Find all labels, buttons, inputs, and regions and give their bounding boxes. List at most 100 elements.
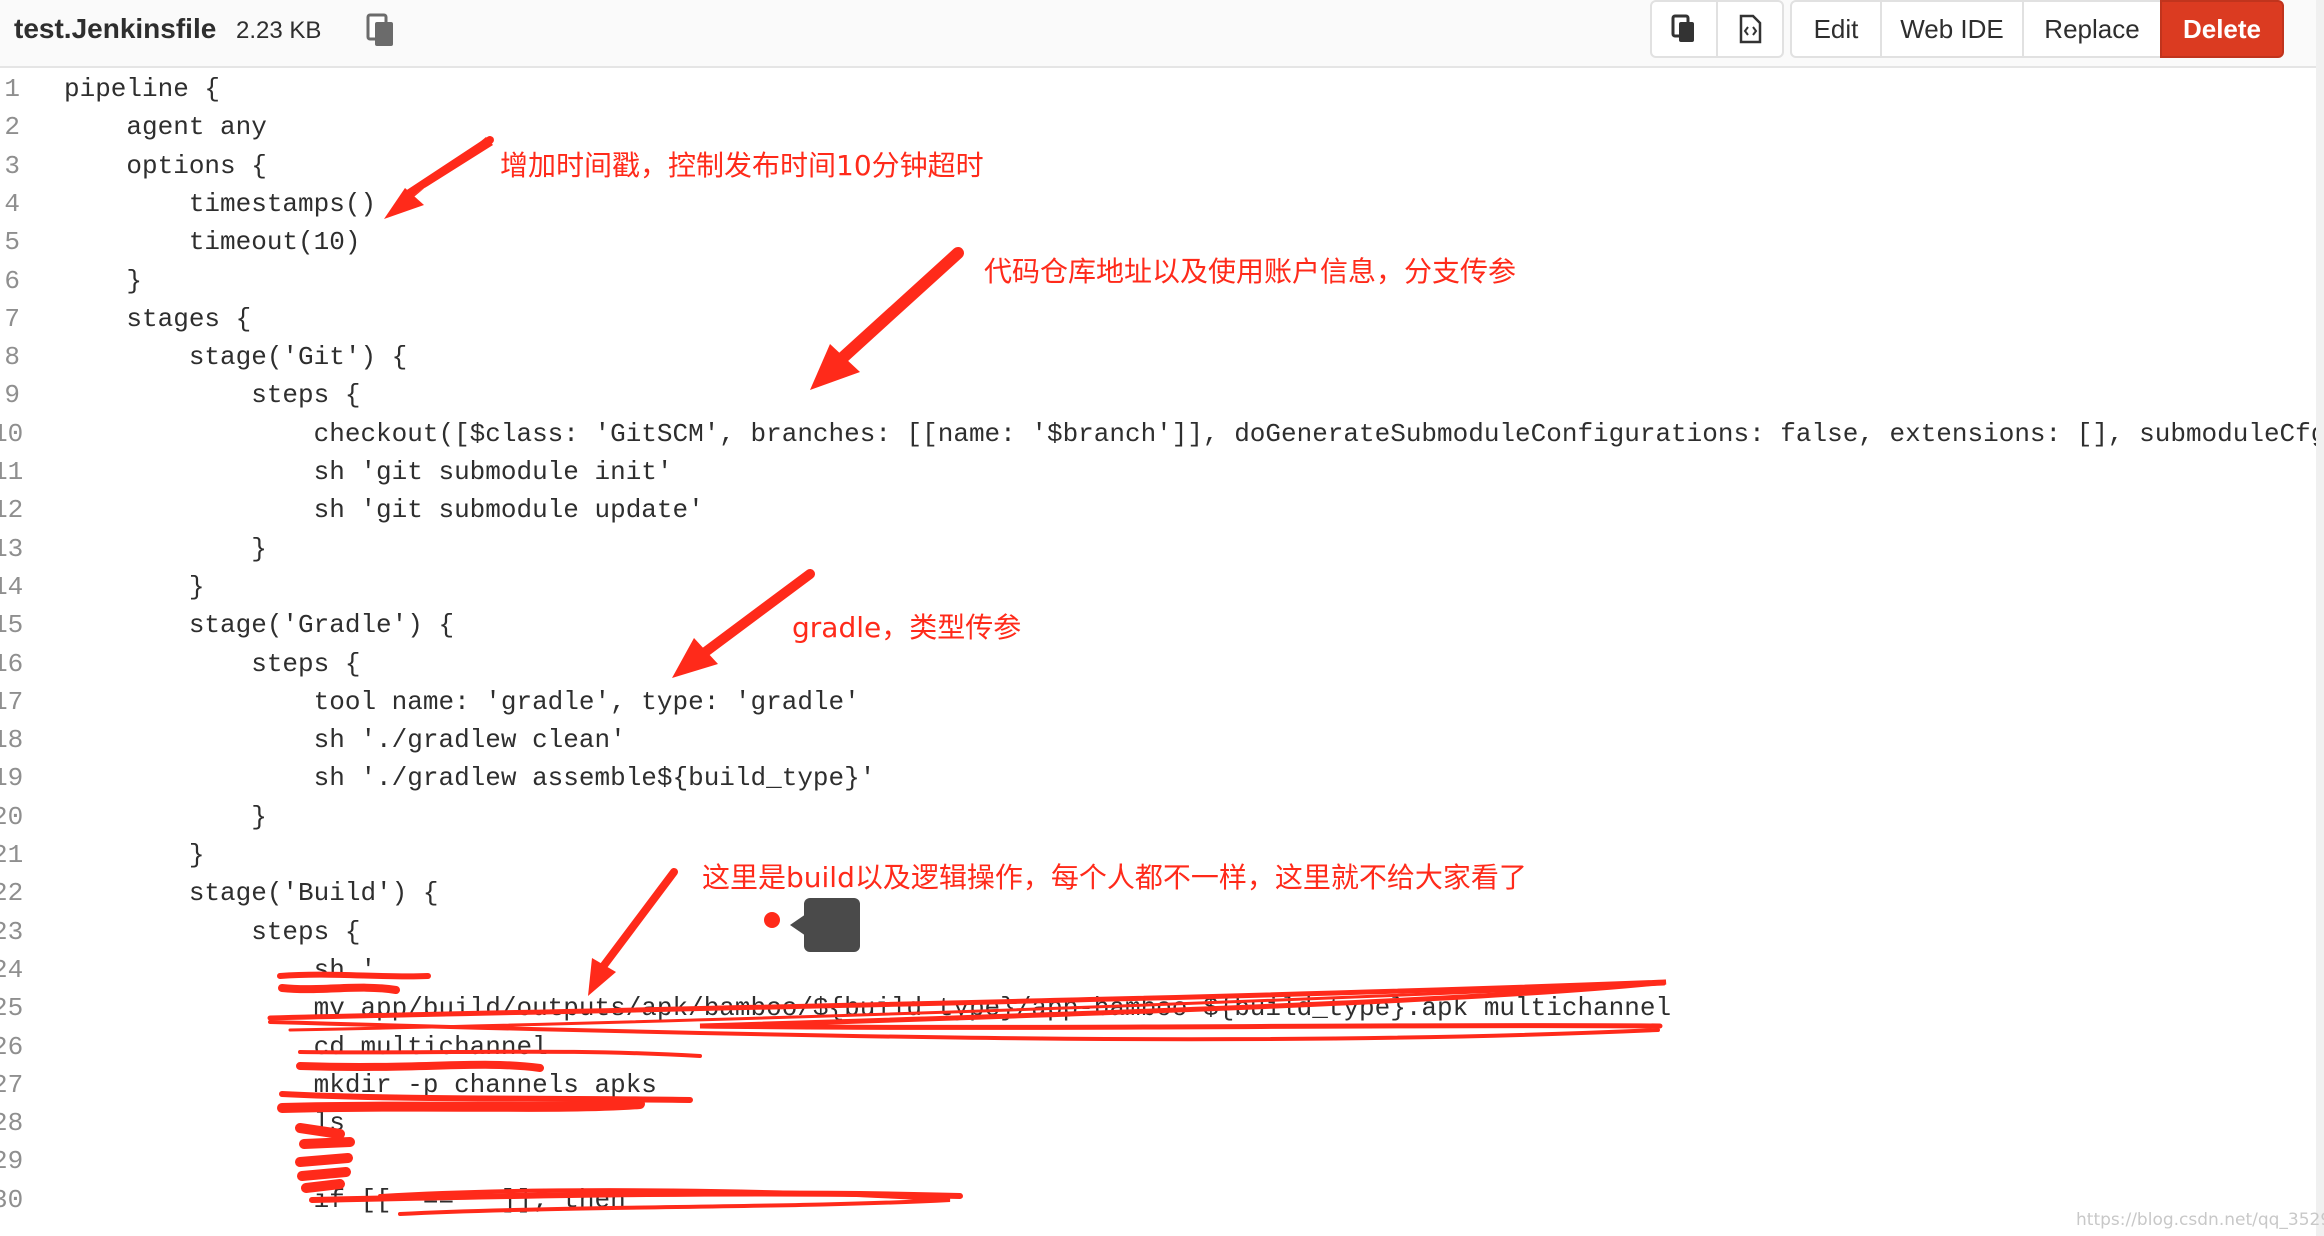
code-line: 12 sh 'git submodule update' (0, 491, 2324, 529)
code-line: 28 ls (0, 1104, 2324, 1142)
line-number[interactable]: 4 (0, 185, 20, 223)
annotation-gradle: gradle，类型传参 (792, 611, 1022, 644)
code-text: steps { (64, 380, 361, 411)
line-number[interactable]: 25 (0, 989, 23, 1027)
code-line: 29 (0, 1142, 2324, 1180)
red-marker-dot (764, 912, 780, 928)
code-text: timeout(10) (64, 227, 361, 258)
code-text: steps { (64, 648, 361, 679)
line-number[interactable]: 5 (0, 223, 20, 261)
delete-button[interactable]: Delete (2160, 0, 2284, 58)
line-number[interactable]: 30 (0, 1181, 23, 1219)
file-actions-group: Edit Web IDE Replace Delete (1790, 0, 2284, 58)
line-number[interactable]: 21 (0, 836, 23, 874)
line-number[interactable]: 3 (0, 147, 20, 185)
line-number[interactable]: 27 (0, 1066, 23, 1104)
line-number[interactable]: 22 (0, 874, 23, 912)
file-name: test.Jenkinsfile (14, 13, 217, 44)
code-line: 13 } (0, 530, 2324, 568)
line-number[interactable]: 11 (0, 453, 23, 491)
file-code-icon (1739, 14, 1762, 44)
code-line: 4 timestamps() (0, 185, 2324, 223)
file-size: 2.23 KB (236, 17, 322, 44)
code-text: stages { (64, 303, 252, 334)
code-text: mv app/build/outputs/apk/bamboo/${build_… (64, 993, 1672, 1024)
code-text: steps { (64, 916, 361, 947)
line-number[interactable]: 12 (0, 491, 23, 529)
line-number[interactable]: 16 (0, 645, 23, 683)
code-line: 16 steps { (0, 645, 2324, 683)
code-text: } (64, 533, 267, 564)
line-number[interactable]: 9 (0, 376, 20, 414)
code-text: agent any (64, 112, 267, 143)
code-text: sh './gradlew clean' (64, 725, 626, 756)
code-text: stage('Build') { (64, 878, 439, 909)
code-text: checkout([$class: 'GitSCM', branches: [[… (64, 418, 2324, 449)
code-text: } (64, 801, 267, 832)
code-line: 14 } (0, 568, 2324, 606)
annotation-build: 这里是build以及逻辑操作，每个人都不一样，这里就不给大家看了 (702, 861, 1527, 894)
line-number[interactable]: 23 (0, 913, 23, 951)
line-number[interactable]: 28 (0, 1104, 23, 1142)
line-number[interactable]: 18 (0, 721, 23, 759)
code-line: 15 stage('Gradle') { (0, 606, 2324, 644)
code-line: 17 tool name: 'gradle', type: 'gradle' (0, 683, 2324, 721)
code-text: tool name: 'gradle', type: 'gradle' (64, 686, 860, 717)
line-number[interactable]: 15 (0, 606, 23, 644)
code-text: sh 'git submodule init' (64, 457, 673, 487)
code-text: sh 'git submodule update' (64, 495, 704, 526)
copy-contents-button[interactable] (1650, 0, 1718, 58)
annotation-repo-info: 代码仓库地址以及使用账户信息，分支传参 (984, 255, 1517, 288)
web-ide-button[interactable]: Web IDE (1880, 0, 2024, 58)
code-line: 20 } (0, 798, 2324, 836)
code-text: sh ' (64, 954, 377, 985)
annotation-timeout: 增加时间戳，控制发布时间10分钟超时 (500, 149, 984, 182)
code-line: 25 mv app/build/outputs/apk/bamboo/${bui… (0, 989, 2324, 1027)
line-number[interactable]: 7 (0, 300, 20, 338)
copy-file-path-icon[interactable] (362, 12, 400, 50)
edit-button[interactable]: Edit (1790, 0, 1882, 58)
view-raw-button[interactable] (1716, 0, 1784, 58)
copy-icon (1671, 14, 1694, 42)
code-text: sh './gradlew assemble${build_type}' (64, 763, 876, 794)
line-number[interactable]: 19 (0, 759, 23, 797)
line-number[interactable]: 13 (0, 530, 23, 568)
replace-button[interactable]: Replace (2022, 0, 2162, 58)
code-text: cd multichannel (64, 1031, 548, 1062)
code-text: stage('Git') { (64, 342, 408, 373)
code-line: 27 mkdir -p channels apks (0, 1066, 2324, 1104)
code-text: ls (64, 1108, 345, 1139)
code-text: pipeline { (64, 74, 221, 104)
code-text: } (64, 840, 205, 870)
line-number[interactable]: 24 (0, 951, 23, 989)
code-line: 3 options { (0, 147, 2324, 185)
code-text: mkdir -p channels apks (64, 1069, 657, 1100)
line-number[interactable]: 10 (0, 415, 23, 453)
code-text: options { (64, 150, 267, 181)
code-viewer: 1 pipeline {2 agent any 3 options {4 times… (0, 68, 2324, 1236)
code-line: 8 stage('Git') { (0, 338, 2324, 376)
code-line: 30 if [[ == ]]; then (0, 1181, 2324, 1219)
code-text: stage('Gradle') { (64, 610, 455, 641)
code-line: 11 sh 'git submodule init' (0, 453, 2324, 491)
line-number[interactable]: 2 (0, 108, 20, 146)
line-number[interactable]: 17 (0, 683, 23, 721)
code-line: 23 steps { (0, 913, 2324, 951)
line-number[interactable]: 26 (0, 1028, 23, 1066)
code-line: 7 stages { (0, 300, 2324, 338)
code-line: 2 agent any (0, 108, 2324, 146)
line-number[interactable]: 29 (0, 1142, 23, 1180)
line-number[interactable]: 20 (0, 798, 23, 836)
comment-bubble-icon[interactable] (804, 898, 860, 952)
line-number[interactable]: 1 (0, 70, 20, 108)
code-text: } (64, 265, 143, 296)
scrollbar-track[interactable] (2316, 0, 2324, 1236)
code-text: if [[ == ]]; then (64, 1184, 626, 1215)
file-actions-icons-group (1650, 0, 1784, 58)
line-number[interactable]: 14 (0, 568, 23, 606)
file-header: test.Jenkinsfile 2.23 KB Edit Web IDE Re… (0, 0, 2324, 68)
line-number[interactable]: 6 (0, 262, 20, 300)
line-number[interactable]: 8 (0, 338, 20, 376)
code-line: 19 sh './gradlew assemble${build_type}' (0, 759, 2324, 797)
